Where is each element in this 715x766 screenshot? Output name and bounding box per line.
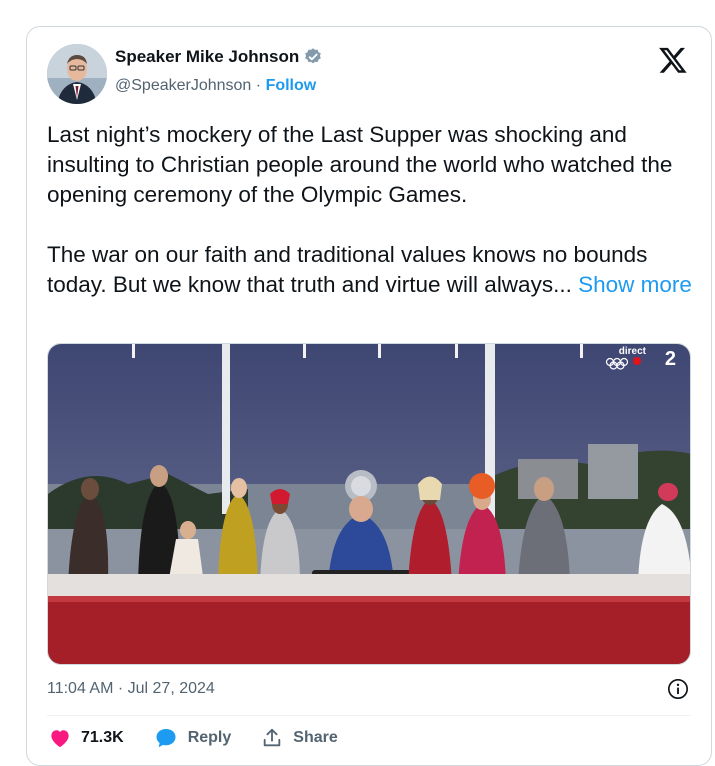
like-button[interactable]: 71.3K [49,728,124,748]
post-paragraph-1: Last night’s mockery of the Last Supper … [47,122,673,207]
reply-label: Reply [187,729,232,746]
post-card: Speaker Mike Johnson @SpeakerJohnson · F… [26,26,712,766]
reply-bubble-icon [156,729,176,748]
share-label: Share [293,729,338,746]
author-handle-row: @SpeakerJohnson · Follow [115,77,316,95]
follow-button[interactable]: Follow [266,77,317,94]
author-name[interactable]: Speaker Mike Johnson [115,47,299,67]
post-timestamp[interactable]: 11:04 AM · Jul 27, 2024 [47,680,215,698]
show-more-link[interactable]: Show more [578,272,692,297]
action-bar: 71.3K Reply Share [49,727,368,749]
author-handle[interactable]: @SpeakerJohnson [115,77,251,94]
broadcast-logo: 2 [602,346,682,372]
post-text: Last night’s mockery of the Last Supper … [47,120,697,300]
x-logo-icon[interactable] [657,45,689,75]
separator-dot: · [255,77,262,94]
info-icon[interactable] [667,678,689,700]
avatar-image [47,44,107,104]
like-count: 71.3K [81,729,124,746]
post-media-image[interactable]: direct 2 [47,343,691,665]
divider [47,715,691,716]
author-name-row: Speaker Mike Johnson [115,47,323,67]
post-paragraph-2: The war on our faith and traditional val… [47,240,697,300]
reply-button[interactable]: Reply [154,727,232,749]
verified-badge-icon [305,48,321,64]
post-paragraph-2-text: The war on our faith and traditional val… [47,242,648,297]
channel-number: 2 [664,348,676,370]
share-button[interactable]: Share [261,727,338,749]
heart-icon [51,730,69,748]
ceremony-photo [48,344,690,664]
avatar[interactable] [47,44,107,104]
share-icon [264,728,281,747]
